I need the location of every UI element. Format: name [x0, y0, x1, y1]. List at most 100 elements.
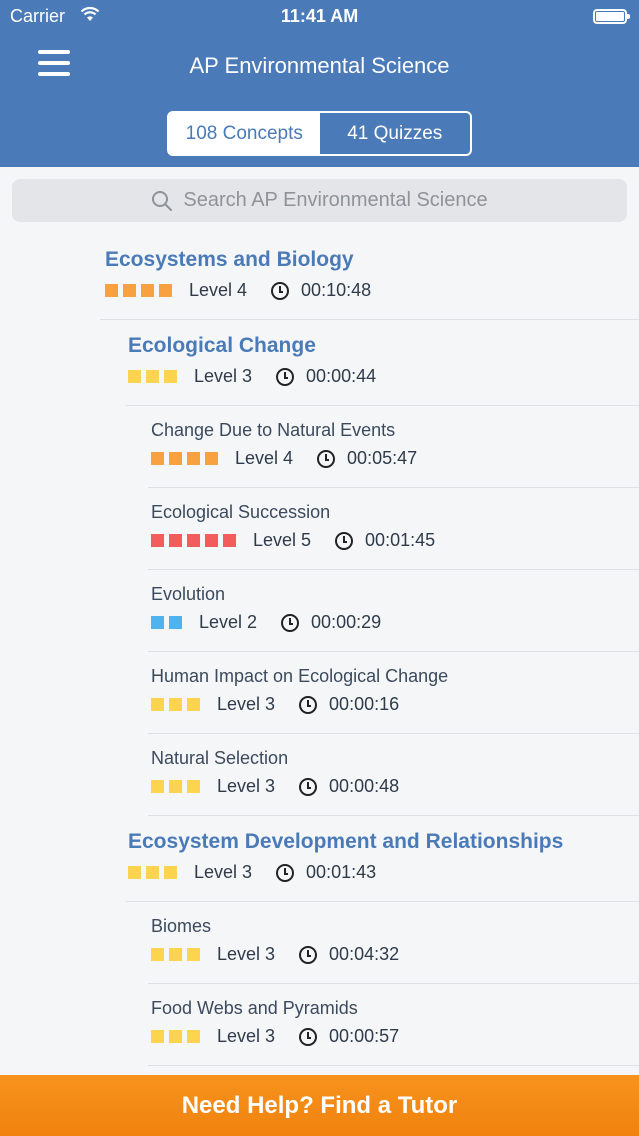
list-item[interactable]: Ecological Succession Level 5 00:01:45 [0, 488, 639, 570]
level-square [123, 284, 136, 297]
clock-icon [335, 531, 354, 550]
find-tutor-label: Need Help? Find a Tutor [181, 1091, 458, 1119]
level-square [187, 780, 200, 793]
level-square [187, 452, 200, 465]
time-spent: 00:05:47 [347, 448, 418, 468]
level-indicator [151, 1030, 205, 1043]
tab-concepts[interactable]: 108 Concepts [169, 113, 320, 154]
level-indicator [151, 948, 205, 961]
clock-time: 11:41 AM [280, 6, 359, 26]
list-item[interactable]: Biomes Level 3 00:04:32 [0, 902, 639, 984]
search-icon [152, 190, 173, 211]
time-spent: 00:00:57 [329, 1026, 400, 1046]
level-square [151, 698, 164, 711]
clock-icon [299, 945, 318, 964]
item-name: Human Impact on Ecological Change [151, 666, 449, 686]
level-label: Level 3 [217, 694, 276, 714]
level-square [164, 866, 177, 879]
level-indicator [151, 616, 187, 629]
level-square [141, 284, 154, 297]
search-placeholder: Search AP Environmental Science [183, 189, 488, 211]
level-label: Level 3 [217, 1026, 276, 1046]
time-spent: 00:01:45 [365, 530, 436, 550]
time-spent: 00:04:32 [329, 944, 400, 964]
clock-icon [271, 281, 290, 300]
level-square [169, 948, 182, 961]
level-square [169, 534, 182, 547]
level-indicator [105, 284, 177, 297]
level-square [169, 452, 182, 465]
level-indicator [151, 698, 205, 711]
level-label: Level 4 [189, 280, 248, 300]
level-square [146, 370, 159, 383]
list-item[interactable]: Change Due to Natural Events Level 4 00:05… [0, 406, 639, 488]
level-square [151, 616, 164, 629]
level-square [151, 948, 164, 961]
row-divider [148, 1065, 639, 1066]
level-label: Level 3 [194, 862, 253, 882]
concept-list: Ecosystems and Biology Level 4 00:10:48 Eco… [0, 230, 639, 1075]
item-name: Ecological Succession [151, 502, 331, 522]
level-square [187, 1030, 200, 1043]
status-bar: Carrier 11:41 AM [0, 0, 639, 34]
segmented-control: 108 Concepts 41 Quizzes [167, 111, 472, 156]
level-square [187, 698, 200, 711]
search-input[interactable]: Search AP Environmental Science [12, 179, 627, 222]
list-item[interactable]: Human Impact on Ecological Change Level 3… [0, 652, 639, 734]
level-square [205, 534, 218, 547]
level-label: Level 3 [194, 366, 253, 386]
level-square [128, 370, 141, 383]
level-square [169, 698, 182, 711]
level-square [128, 866, 141, 879]
list-item[interactable]: Evolution Level 2 00:00:29 [0, 570, 639, 652]
list-item[interactable]: Ecosystems and Biology Level 4 00:10:48 [0, 230, 639, 320]
time-spent: 00:01:43 [306, 862, 377, 882]
list-item[interactable]: Food Webs and Pyramids Level 3 00:00:57 [0, 984, 639, 1066]
find-tutor-button[interactable]: Need Help? Find a Tutor [0, 1075, 639, 1136]
clock-icon [276, 863, 295, 882]
level-square [151, 780, 164, 793]
item-meta: Level 4 00:10:48 [105, 280, 371, 301]
level-square [169, 616, 182, 629]
clock-icon [299, 1027, 318, 1046]
battery-icon [593, 9, 630, 24]
item-meta: Level 2 00:00:29 [151, 612, 381, 633]
level-square [146, 866, 159, 879]
level-label: Level 4 [235, 448, 294, 468]
item-name: Biomes [151, 916, 212, 936]
level-square [151, 1030, 164, 1043]
clock-icon [317, 449, 336, 468]
item-name: Natural Selection [151, 748, 289, 768]
item-name: Ecological Change [128, 334, 316, 357]
level-square [159, 284, 172, 297]
level-indicator [151, 534, 241, 547]
level-square [187, 534, 200, 547]
item-meta: Level 3 00:04:32 [151, 944, 399, 965]
level-square [205, 452, 218, 465]
list-item[interactable]: Ecological Change Level 3 00:00:44 [0, 320, 639, 406]
level-square [151, 534, 164, 547]
time-spent: 00:00:16 [329, 694, 400, 714]
level-label: Level 5 [253, 530, 312, 550]
item-name: Ecosystems and Biology [105, 248, 354, 271]
list-item[interactable]: Ecosystem Development and Relationships L… [0, 816, 639, 902]
level-square [169, 1030, 182, 1043]
time-spent: 00:00:29 [311, 612, 382, 632]
level-square [169, 780, 182, 793]
level-indicator [151, 452, 223, 465]
clock-icon [281, 613, 300, 632]
page-title: AP Environmental Science [189, 53, 450, 78]
level-square [187, 948, 200, 961]
item-name: Change Due to Natural Events [151, 420, 396, 440]
clock-icon [299, 695, 318, 714]
time-spent: 00:00:44 [306, 366, 377, 386]
level-label: Level 3 [217, 944, 276, 964]
item-name: Food Webs and Pyramids [151, 998, 358, 1018]
level-square [223, 534, 236, 547]
item-meta: Level 5 00:01:45 [151, 530, 435, 551]
list-item[interactable]: Natural Selection Level 3 00:00:48 [0, 734, 639, 816]
level-square [105, 284, 118, 297]
level-indicator [128, 866, 182, 879]
nav-header: Carrier 11:41 AM AP Environmental Scienc… [0, 0, 639, 167]
tab-quizzes[interactable]: 41 Quizzes [320, 113, 471, 154]
